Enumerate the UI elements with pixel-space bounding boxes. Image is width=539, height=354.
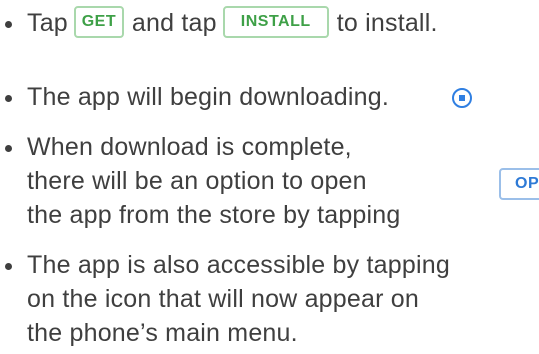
step1-text-before: Tap: [27, 9, 68, 37]
step2-text: The app will begin downloading.: [27, 83, 389, 111]
step4-line-3: the phone’s main menu.: [27, 319, 298, 347]
bullet-icon: [5, 95, 12, 102]
step4-line-1: The app is also accessible by tapping: [27, 251, 450, 279]
step3-line-3: the app from the store by tapping: [27, 201, 401, 229]
bullet-icon: [5, 21, 12, 28]
get-button[interactable]: GET: [73, 6, 124, 39]
step1-text-after: to install.: [336, 9, 438, 37]
bullet-icon: [5, 145, 12, 152]
step4-line-2: on the icon that will now appear on: [27, 285, 419, 313]
instruction-list: Tap GET and tap INSTALL to install. The app …: [0, 0, 539, 354]
list-item-text: Tap GET and tap INSTALL to install.: [27, 6, 438, 40]
install-button[interactable]: INSTALL: [222, 6, 329, 39]
bullet-icon: [5, 263, 12, 270]
open-button[interactable]: OPEN: [499, 168, 539, 200]
list-item-text: When download is complete, there will be…: [27, 130, 401, 232]
step1-text-middle: and tap: [131, 9, 217, 37]
list-item-text: The app is also accessible by tapping on…: [27, 248, 450, 350]
download-progress-icon: [452, 88, 472, 108]
step3-line-1: When download is complete,: [27, 133, 352, 161]
step3-line-2: there will be an option to open: [27, 167, 367, 195]
